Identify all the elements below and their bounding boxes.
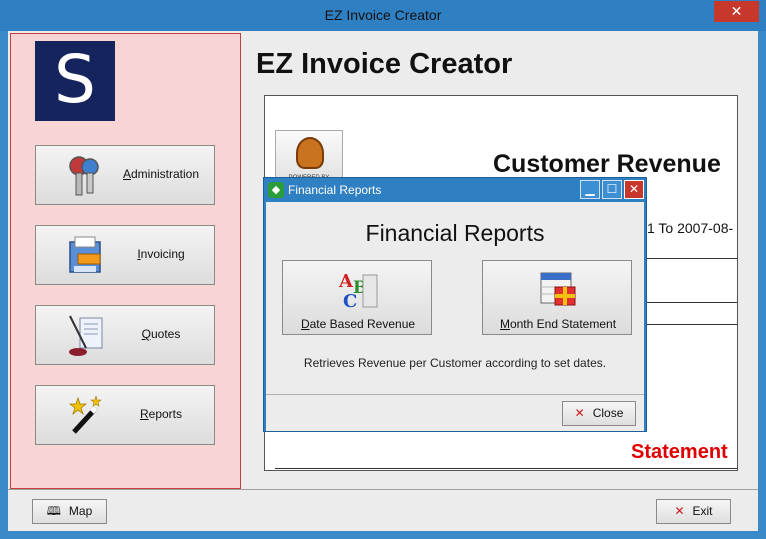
- date-based-revenue-button[interactable]: A B C Date Based Revenue: [282, 260, 432, 335]
- dialog-close-button[interactable]: ✕ Close: [562, 401, 636, 426]
- dialog-description: Retrieves Revenue per Customer according…: [303, 356, 607, 370]
- exit-label: Exit: [692, 504, 713, 518]
- dialog-heading: Financial Reports: [365, 220, 545, 246]
- calendar-gift-icon: [540, 272, 576, 306]
- administration-label: Administration: [122, 167, 200, 181]
- exit-button[interactable]: ✕ Exit: [656, 499, 731, 524]
- app-logo: S: [35, 41, 115, 121]
- quotes-button[interactable]: Quotes: [35, 305, 215, 365]
- quotes-label: Quotes: [141, 327, 181, 341]
- close-x-icon: ✕: [574, 406, 585, 420]
- date-based-revenue-label: Date Based Revenue: [300, 317, 416, 331]
- page-title: EZ Invoice Creator: [256, 48, 513, 80]
- report-statement-label: Statement: [631, 441, 728, 463]
- invoicing-label: Invoicing: [137, 247, 185, 261]
- dialog-title-bar[interactable]: ◆ Financial Reports ▁ ☐ ✕: [264, 178, 646, 202]
- report-rule: [275, 468, 737, 469]
- dialog-minimize-button[interactable]: ▁: [580, 180, 600, 199]
- dialog-title: Financial Reports: [288, 183, 382, 197]
- month-end-statement-label: Month End Statement: [499, 317, 617, 331]
- map-icon: 🕮: [46, 504, 61, 518]
- svg-text:C: C: [343, 291, 357, 309]
- helmet-logo-icon: [296, 137, 324, 169]
- map-button[interactable]: 🕮 Map: [32, 499, 107, 524]
- administration-button[interactable]: Administration: [35, 145, 215, 205]
- svg-text:A: A: [338, 271, 354, 292]
- window-close-button[interactable]: ✕: [714, 1, 759, 22]
- map-label: Map: [68, 504, 93, 518]
- dialog-footer: ✕ Close: [266, 394, 644, 431]
- abc-blocks-icon: A B C: [338, 271, 378, 309]
- printer-icon: [69, 236, 101, 273]
- reports-button[interactable]: Reports: [35, 385, 215, 445]
- month-end-statement-button[interactable]: Month End Statement: [482, 260, 632, 335]
- title-bar[interactable]: EZ Invoice Creator ✕: [0, 0, 766, 31]
- report-title: Customer Revenue: [493, 150, 721, 178]
- keys-icon: [69, 156, 99, 196]
- nav-panel: S Administration Invoicing Quotes Report…: [10, 33, 241, 489]
- invoicing-button[interactable]: Invoicing: [35, 225, 215, 285]
- financial-reports-dialog: ◆ Financial Reports ▁ ☐ ✕ Financial Repo…: [263, 177, 647, 432]
- dialog-maximize-button[interactable]: ☐: [602, 180, 622, 199]
- dialog-app-icon: ◆: [268, 182, 284, 198]
- dialog-close-label: Close: [592, 406, 624, 420]
- main-window: EZ Invoice Creator ✕ S Administration In…: [0, 0, 766, 539]
- dialog-close-icon-button[interactable]: ✕: [624, 180, 644, 199]
- quill-document-icon: [69, 315, 103, 356]
- exit-x-icon: ✕: [674, 504, 685, 518]
- bottom-bar: 🕮 Map ✕ Exit: [8, 489, 758, 531]
- window-title: EZ Invoice Creator: [324, 7, 442, 23]
- magic-wand-icon: [68, 395, 102, 434]
- report-date-range: 1 To 2007-08-: [647, 220, 734, 236]
- dialog-body: Financial Reports A B C Date Based Reven…: [266, 202, 644, 394]
- reports-label: Reports: [139, 407, 183, 421]
